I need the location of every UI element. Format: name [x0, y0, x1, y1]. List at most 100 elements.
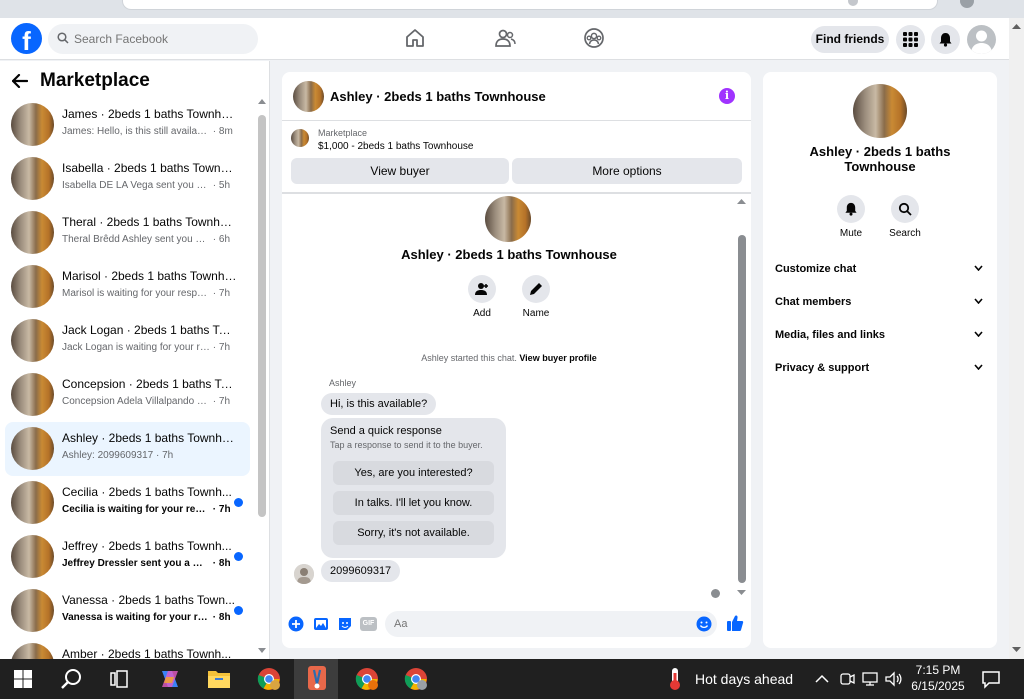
sidebar-scrollbar[interactable]	[258, 98, 266, 654]
search-input[interactable]	[74, 24, 252, 54]
name-label: Name	[522, 308, 550, 319]
notifications-button[interactable]	[931, 25, 960, 54]
address-bar[interactable]	[122, 0, 938, 10]
page-scrollbar[interactable]	[1009, 18, 1024, 659]
chat-title[interactable]: Ashley · 2beds 1 baths Townhouse	[330, 89, 546, 104]
plus-circle-icon[interactable]	[288, 616, 304, 632]
preview-text: Cecilia is waiting for your resp...	[62, 504, 210, 515]
profile-icon[interactable]	[960, 0, 974, 8]
listing-bar: Marketplace $1,000 - 2beds 1 baths Townh…	[282, 122, 751, 194]
media-files-row[interactable]: Media, files and links	[775, 324, 985, 346]
conversation-item[interactable]: James · 2beds 1 baths Townhouse James: He…	[5, 98, 250, 152]
conversation-item[interactable]: Amber · 2beds 1 baths Townh...	[5, 638, 250, 659]
copilot-icon[interactable]	[158, 667, 182, 691]
chat-scroll-up-icon[interactable]	[737, 198, 746, 206]
conversation-item[interactable]: Vanessa · 2beds 1 baths Town... Vanessa i…	[5, 584, 250, 638]
home-icon[interactable]	[404, 27, 426, 49]
listing-thumbnail	[11, 157, 54, 200]
conversation-item[interactable]: Theral · 2beds 1 baths Townhouse Theral B…	[5, 206, 250, 260]
notification-center-icon[interactable]	[981, 669, 1001, 689]
message-bubble-phone[interactable]: 2099609317	[321, 560, 401, 582]
task-view-icon[interactable]	[109, 669, 129, 689]
preview-time: · 6h	[212, 234, 231, 245]
info-icon[interactable]: i	[719, 88, 735, 104]
chrome-icon[interactable]	[257, 667, 281, 691]
find-friends-button[interactable]: Find friends	[811, 26, 889, 53]
emoji-icon[interactable]	[696, 616, 712, 632]
more-options-button[interactable]: More options	[512, 158, 742, 184]
search-box[interactable]	[48, 24, 258, 54]
file-explorer-icon[interactable]	[207, 668, 231, 690]
conversation-item[interactable]: Marisol · 2beds 1 baths Townho... Marisol…	[5, 260, 250, 314]
name-action[interactable]: Name	[516, 275, 556, 319]
privacy-support-row[interactable]: Privacy & support	[775, 357, 985, 379]
preview-text: Theral Brêdd Ashley sent you a me...	[62, 234, 210, 245]
photo-icon[interactable]	[313, 616, 329, 632]
facebook-logo-icon[interactable]: f	[11, 23, 42, 54]
message-bubble[interactable]: Hi, is this available?	[321, 393, 437, 415]
mute-action[interactable]: Mute	[829, 195, 873, 239]
conversation-item[interactable]: Cecilia · 2beds 1 baths Townh... Cecilia …	[5, 476, 250, 530]
bell-icon	[845, 202, 857, 216]
customize-chat-row[interactable]: Customize chat	[775, 258, 985, 280]
chevron-down-icon	[974, 265, 983, 271]
message-input[interactable]	[385, 611, 717, 637]
preview-time: · 5h	[212, 180, 231, 191]
taskbar-search-icon[interactable]	[61, 668, 83, 690]
quick-reply-sorry[interactable]: Sorry, it's not available.	[333, 521, 494, 545]
conversation-sidebar: Marketplace James · 2beds 1 baths Townho…	[0, 61, 270, 659]
account-avatar[interactable]	[967, 25, 996, 54]
page-scroll-up-icon[interactable]	[1009, 22, 1024, 32]
details-thumbnail[interactable]	[853, 84, 907, 138]
search-action[interactable]: Search	[883, 195, 927, 239]
system-message: Ashley started this chat. View buyer pro…	[421, 353, 597, 363]
volume-icon[interactable]	[885, 671, 903, 687]
chat-header-thumbnail[interactable]	[293, 81, 324, 112]
snipping-tool-icon[interactable]	[305, 666, 329, 692]
quick-reply-yes[interactable]: Yes, are you interested?	[333, 461, 494, 485]
view-buyer-button[interactable]: View buyer	[291, 158, 509, 184]
network-icon[interactable]	[862, 671, 880, 687]
conversation-name: Concepsion · 2beds 1 baths Tow...	[62, 377, 237, 391]
weather-text[interactable]: Hot days ahead	[695, 671, 793, 687]
chrome-profile-f-icon[interactable]	[355, 667, 379, 691]
scroll-down-arrow-icon[interactable]	[258, 646, 266, 654]
gif-icon[interactable]: GIF	[360, 617, 377, 631]
thermometer-weather-icon[interactable]	[668, 667, 682, 691]
view-buyer-profile-link[interactable]: View buyer profile	[519, 353, 596, 363]
conversation-item[interactable]: Jack Logan · 2beds 1 baths Tow... Jack Lo…	[5, 314, 250, 368]
conversation-preview: Theral Brêdd Ashley sent you a me... · 6…	[62, 234, 230, 245]
preview-text: Jeffrey Dressler sent you a mes...	[62, 558, 210, 569]
conversation-item[interactable]: Concepsion · 2beds 1 baths Tow... Conceps…	[5, 368, 250, 422]
add-action[interactable]: Add	[462, 275, 502, 319]
quick-response-title: Send a quick response	[330, 425, 442, 437]
chat-scrollbar[interactable]	[737, 196, 746, 600]
conversation-item[interactable]: Ashley · 2beds 1 baths Townhou... Ashley:…	[5, 422, 250, 476]
page-scroll-down-icon[interactable]	[1009, 644, 1024, 654]
chat-scroll-down-icon[interactable]	[737, 588, 746, 596]
sticker-icon[interactable]	[337, 616, 353, 632]
conversation-preview: Cecilia is waiting for your resp... · 7h	[62, 504, 231, 515]
back-arrow-icon[interactable]	[12, 74, 28, 88]
chrome-profile-2-icon[interactable]	[404, 667, 428, 691]
conversation-item[interactable]: Jeffrey · 2beds 1 baths Townh... Jeffrey …	[5, 530, 250, 584]
conversation-item[interactable]: Isabella · 2beds 1 baths Townho... Isabel…	[5, 152, 250, 206]
sidebar-scroll-thumb[interactable]	[258, 115, 266, 517]
thumbs-up-icon[interactable]	[726, 614, 744, 632]
chat-scroll-thumb[interactable]	[738, 235, 746, 583]
listing-price[interactable]: $1,000 - 2beds 1 baths Townhouse	[318, 141, 474, 152]
friends-icon[interactable]	[494, 27, 516, 49]
scroll-up-arrow-icon[interactable]	[258, 98, 266, 106]
quick-reply-in-talks[interactable]: In talks. I'll let you know.	[333, 491, 494, 515]
meet-camera-icon[interactable]	[839, 671, 855, 687]
listing-thumbnail[interactable]	[291, 129, 309, 147]
preview-text: Marisol is waiting for your respon...	[62, 288, 210, 299]
taskbar-clock[interactable]: 7:15 PM 6/15/2025	[906, 662, 970, 694]
chat-members-row[interactable]: Chat members	[775, 291, 985, 313]
preview-text: Vanessa is waiting for your res...	[62, 612, 210, 623]
windows-start-icon[interactable]	[14, 670, 32, 688]
windows-taskbar: Hot days ahead 7:15 PM 6/15/2025	[0, 659, 1024, 699]
groups-icon[interactable]	[583, 27, 605, 49]
chevron-up-icon[interactable]	[815, 673, 829, 685]
menu-button[interactable]	[896, 25, 925, 54]
